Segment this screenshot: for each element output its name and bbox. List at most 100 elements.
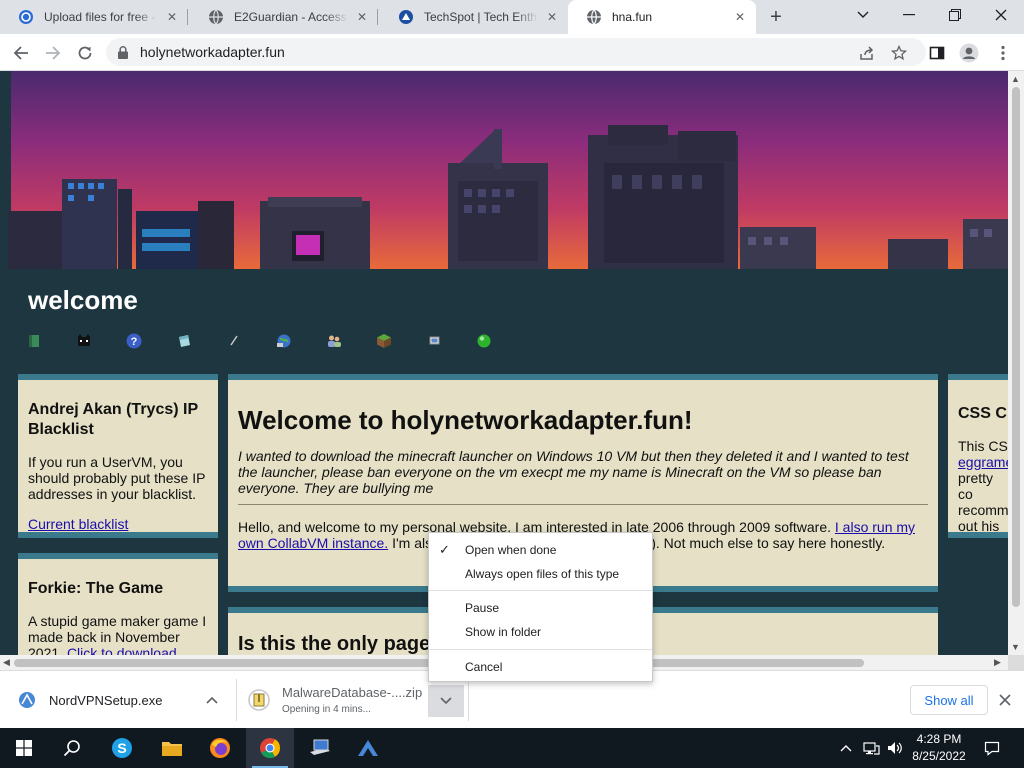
clock-time: 4:28 PM — [916, 732, 962, 746]
windows-start-icon[interactable] — [0, 728, 48, 768]
download-item-nordvpn[interactable]: NordVPNSetup.exe — [18, 671, 228, 729]
tab-separator — [377, 9, 378, 25]
minimize-icon[interactable] — [886, 0, 932, 30]
menu-separator — [429, 590, 652, 591]
panel-title: Andrej Akan (Trycs) IP Blacklist — [28, 401, 198, 438]
search-icon[interactable] — [48, 728, 96, 768]
download-separator — [468, 679, 469, 721]
green-orb-icon[interactable] — [476, 333, 492, 349]
scroll-right-arrow-icon[interactable]: ▶ — [994, 657, 1001, 668]
notifications-icon[interactable] — [980, 728, 1004, 768]
menu-item-label: Always open files of this type — [465, 567, 620, 581]
menu-item-always-open[interactable]: Always open files of this type — [429, 562, 652, 586]
chrome-icon[interactable] — [246, 728, 294, 768]
quote-text: I wanted to download the minecraft launc… — [238, 448, 909, 496]
menu-item-label: Show in folder — [465, 625, 542, 639]
techspot-icon — [399, 10, 413, 24]
welcome-heading: Welcome to holynetworkadapter.fun! — [238, 405, 693, 435]
back-icon[interactable] — [8, 40, 34, 66]
menu-item-show-in-folder[interactable]: Show in folder — [429, 620, 652, 644]
volume-icon[interactable] — [884, 728, 906, 768]
scroll-up-arrow-icon[interactable]: ▲ — [1011, 74, 1020, 84]
firefox-icon[interactable] — [196, 728, 244, 768]
show-hidden-icons-chevron-icon[interactable] — [838, 728, 854, 768]
minecraft-block-icon[interactable] — [376, 333, 392, 349]
menu-separator — [429, 649, 652, 650]
restore-icon[interactable] — [932, 0, 978, 30]
download-filename: NordVPNSetup.exe — [49, 692, 163, 708]
close-tab-icon[interactable]: ✕ — [354, 9, 370, 25]
close-tab-icon[interactable]: ✕ — [732, 9, 748, 25]
close-window-icon[interactable] — [978, 0, 1024, 30]
tab-separator — [187, 9, 188, 25]
notepad-icon[interactable] — [176, 333, 192, 349]
new-tab-button[interactable]: + — [764, 6, 788, 28]
globe-network-icon[interactable] — [276, 333, 292, 349]
download-filename: MalwareDatabase-....zip — [282, 685, 423, 700]
eggrame-link[interactable]: eggrame — [958, 454, 1008, 470]
network-icon[interactable] — [860, 728, 882, 768]
bookmark-star-icon[interactable] — [886, 40, 912, 66]
download-context-menu: ✓ Open when done Always open files of th… — [428, 532, 653, 682]
upload-site-icon — [19, 10, 33, 24]
chevron-up-icon[interactable] — [206, 696, 218, 704]
svg-text:S: S — [117, 740, 126, 756]
skype-icon[interactable]: S — [98, 728, 146, 768]
side-panel-icon[interactable] — [924, 40, 950, 66]
url-text: holynetworkadapter.fun — [140, 44, 285, 60]
menu-item-pause[interactable]: Pause — [429, 596, 652, 620]
scroll-left-arrow-icon[interactable]: ◀ — [3, 657, 10, 668]
help-icon[interactable]: ? — [126, 333, 142, 349]
show-all-button[interactable]: Show all — [910, 685, 988, 715]
menu-item-open-when-done[interactable]: ✓ Open when done — [429, 538, 652, 562]
nordvpn-icon[interactable] — [344, 728, 392, 768]
profile-avatar-icon[interactable] — [956, 40, 982, 66]
file-explorer-icon[interactable] — [148, 728, 196, 768]
skyline-banner — [8, 71, 1008, 269]
close-tab-icon[interactable]: ✕ — [544, 9, 560, 25]
green-book-icon[interactable] — [26, 333, 42, 349]
zip-archive-icon — [248, 689, 270, 711]
tab-title: Upload files for free - M — [44, 10, 158, 24]
panel-body: This CS — [958, 438, 1008, 454]
close-download-bar-icon[interactable] — [998, 693, 1012, 707]
address-bar[interactable]: holynetworkadapter.fun — [106, 38, 926, 66]
computer-app-icon[interactable] — [296, 728, 344, 768]
tab-search-chevron-icon[interactable] — [840, 0, 886, 30]
computer-icon[interactable] — [426, 333, 442, 349]
forkie-download-link[interactable]: Click to download — [67, 645, 177, 655]
panel-body: A stupid game maker game I made back in … — [28, 613, 208, 655]
users-icon[interactable] — [326, 333, 342, 349]
globe-icon — [587, 9, 601, 25]
forward-icon[interactable] — [40, 40, 66, 66]
tab-hna-fun[interactable]: hna.fun ✕ — [568, 0, 756, 34]
tab-title: hna.fun — [612, 10, 653, 24]
nordvpn-file-icon — [19, 692, 35, 708]
vertical-scrollbar[interactable]: ▲ ▼ — [1008, 71, 1024, 655]
reload-icon[interactable] — [72, 40, 98, 66]
checkmark-icon: ✓ — [439, 542, 450, 557]
current-blacklist-link[interactable]: Current blacklist — [28, 516, 128, 532]
download-text-block: MalwareDatabase-....zip Opening in 4 min… — [282, 685, 422, 715]
menu-item-label: Cancel — [465, 660, 503, 674]
share-icon[interactable] — [854, 40, 880, 66]
black-cat-icon[interactable] — [76, 333, 92, 349]
menu-item-label: Pause — [465, 601, 500, 615]
tab-techspot[interactable]: TechSpot | Tech Enthus ✕ — [380, 0, 568, 34]
panel-body: pretty co recomm out his w — [958, 470, 1008, 534]
forkie-game-panel: Forkie: The Game A stupid game maker gam… — [18, 553, 218, 655]
tab-e2guardian[interactable]: E2Guardian - Access De ✕ — [190, 0, 378, 34]
menu-item-cancel[interactable]: Cancel — [429, 655, 652, 679]
menu-kebab-icon[interactable] — [990, 40, 1016, 66]
tab-upload-files[interactable]: Upload files for free - M ✕ — [0, 0, 188, 34]
download-options-button[interactable] — [428, 685, 464, 717]
tab-strip: Upload files for free - M ✕ E2Guardian -… — [0, 0, 1024, 34]
pen-icon[interactable] — [226, 333, 242, 349]
vertical-scroll-thumb[interactable] — [1012, 87, 1020, 607]
system-clock[interactable]: 4:28 PM 8/25/2022 — [908, 731, 970, 765]
close-tab-icon[interactable]: ✕ — [164, 9, 180, 25]
browser-toolbar: holynetworkadapter.fun — [0, 34, 1024, 71]
tab-title: E2Guardian - Access De — [234, 10, 348, 24]
panel-body: If you run a UserVM, you should probably… — [28, 454, 206, 502]
scroll-down-arrow-icon[interactable]: ▼ — [1011, 642, 1020, 652]
